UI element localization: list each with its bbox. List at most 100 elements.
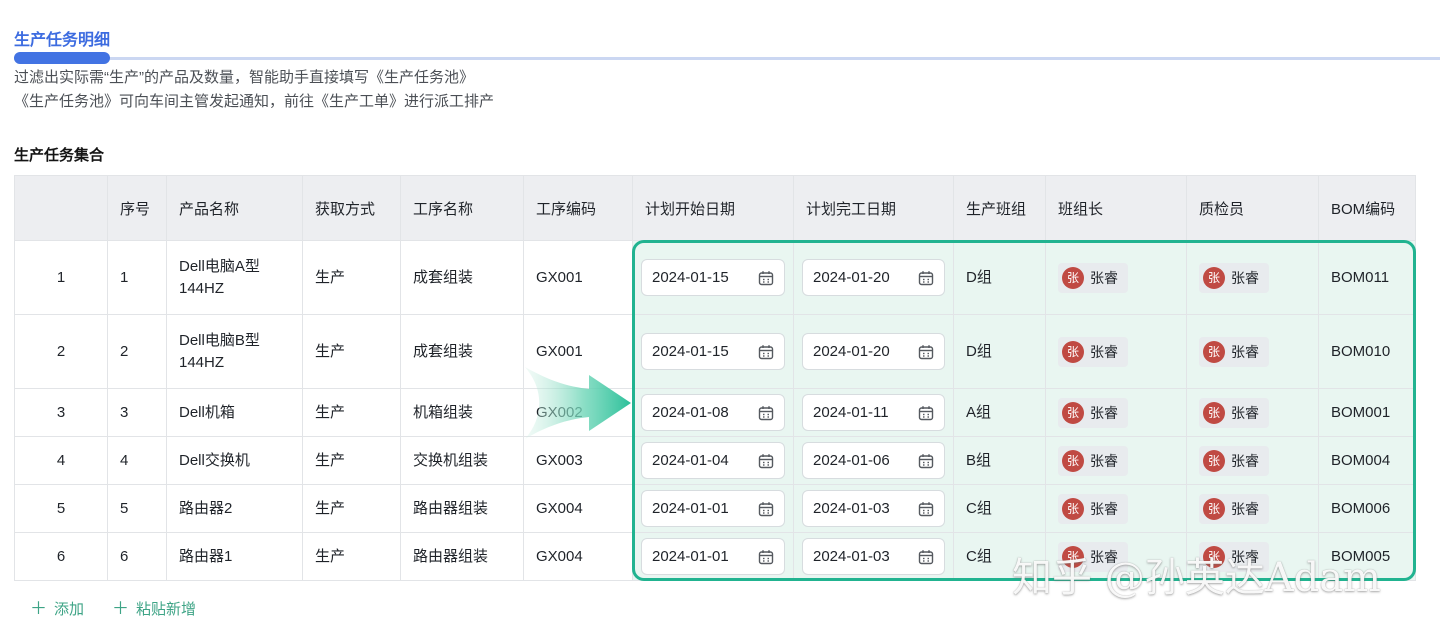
avatar: 张	[1203, 267, 1225, 289]
start-date-value: 2024-01-04	[652, 450, 729, 472]
leader-cell: 张 张睿	[1046, 533, 1187, 581]
calendar-icon	[918, 549, 934, 565]
inspector-cell: 张 张睿	[1187, 389, 1319, 437]
leader-person-chip[interactable]: 张 张睿	[1058, 263, 1128, 293]
avatar: 张	[1062, 498, 1084, 520]
col-header-product: 产品名称	[167, 176, 303, 241]
inspector-person-chip[interactable]: 张 张睿	[1199, 263, 1269, 293]
process-name-cell: 成套组装	[401, 315, 524, 389]
table-header-row: 序号 产品名称 获取方式 工序名称 工序编码 计划开始日期 计划完工日期 生产班…	[15, 176, 1416, 241]
inspector-person-chip[interactable]: 张 张睿	[1199, 446, 1269, 476]
process-code-cell: GX001	[524, 241, 633, 315]
start-date-input[interactable]: 2024-01-15	[641, 333, 785, 370]
inspector-person-chip[interactable]: 张 张睿	[1199, 337, 1269, 367]
leader-name: 张睿	[1090, 267, 1118, 289]
avatar: 张	[1203, 450, 1225, 472]
acquire-method-cell: 生产	[303, 241, 401, 315]
acquire-method-cell: 生产	[303, 533, 401, 581]
start-date-cell: 2024-01-04	[633, 437, 794, 485]
process-name-cell: 路由器组装	[401, 533, 524, 581]
leader-person-chip[interactable]: 张 张睿	[1058, 542, 1128, 572]
avatar: 张	[1203, 546, 1225, 568]
tab-track	[14, 57, 1440, 60]
start-date-input[interactable]: 2024-01-15	[641, 259, 785, 296]
start-date-cell: 2024-01-08	[633, 389, 794, 437]
description-line-2: 《生产任务池》可向车间主管发起通知，前往《生产工单》进行派工排产	[14, 90, 494, 114]
row-index-cell: 6	[15, 533, 108, 581]
team-cell: C组	[954, 485, 1046, 533]
leader-person-chip[interactable]: 张 张睿	[1058, 337, 1128, 367]
seq-cell: 5	[108, 485, 167, 533]
tab-production-task-detail[interactable]: 生产任务明细	[14, 26, 110, 50]
production-task-table: 序号 产品名称 获取方式 工序名称 工序编码 计划开始日期 计划完工日期 生产班…	[14, 175, 1416, 581]
end-date-input[interactable]: 2024-01-03	[802, 490, 945, 527]
start-date-input[interactable]: 2024-01-04	[641, 442, 785, 479]
end-date-value: 2024-01-20	[813, 267, 890, 289]
col-header-method: 获取方式	[303, 176, 401, 241]
calendar-icon	[918, 344, 934, 360]
description-line-1: 过滤出实际需“生产”的产品及数量，智能助手直接填写《生产任务池》	[14, 66, 494, 90]
add-row-button[interactable]: ＋ 添加	[30, 598, 84, 619]
inspector-cell: 张 张睿	[1187, 241, 1319, 315]
inspector-person-chip[interactable]: 张 张睿	[1199, 494, 1269, 524]
end-date-input[interactable]: 2024-01-06	[802, 442, 945, 479]
calendar-icon	[918, 405, 934, 421]
avatar: 张	[1203, 341, 1225, 363]
inspector-cell: 张 张睿	[1187, 315, 1319, 389]
end-date-input[interactable]: 2024-01-20	[802, 259, 945, 296]
start-date-input[interactable]: 2024-01-01	[641, 538, 785, 575]
process-name-cell: 机箱组装	[401, 389, 524, 437]
paste-add-button[interactable]: ＋ 粘贴新增	[112, 598, 196, 619]
tab-underline	[14, 52, 1440, 64]
add-row-label: 添加	[54, 598, 84, 619]
product-name-cell: 路由器1	[167, 533, 303, 581]
inspector-name: 张睿	[1231, 341, 1259, 363]
col-header-leader: 班组长	[1046, 176, 1187, 241]
paste-add-label: 粘贴新增	[136, 598, 196, 619]
inspector-name: 张睿	[1231, 546, 1259, 568]
seq-cell: 2	[108, 315, 167, 389]
end-date-value: 2024-01-11	[813, 402, 889, 424]
product-name-cell: Dell电脑B型 144HZ	[167, 315, 303, 389]
acquire-method-cell: 生产	[303, 389, 401, 437]
process-code-cell: GX004	[524, 485, 633, 533]
calendar-icon	[758, 344, 774, 360]
start-date-input[interactable]: 2024-01-01	[641, 490, 785, 527]
end-date-input[interactable]: 2024-01-20	[802, 333, 945, 370]
inspector-cell: 张 张睿	[1187, 485, 1319, 533]
bom-code-cell: BOM006	[1319, 485, 1416, 533]
inspector-cell: 张 张睿	[1187, 437, 1319, 485]
leader-person-chip[interactable]: 张 张睿	[1058, 398, 1128, 428]
inspector-name: 张睿	[1231, 267, 1259, 289]
leader-person-chip[interactable]: 张 张睿	[1058, 446, 1128, 476]
seq-cell: 1	[108, 241, 167, 315]
end-date-input[interactable]: 2024-01-03	[802, 538, 945, 575]
leader-cell: 张 张睿	[1046, 389, 1187, 437]
leader-name: 张睿	[1090, 546, 1118, 568]
bom-code-cell: BOM011	[1319, 241, 1416, 315]
inspector-cell: 张 张睿	[1187, 533, 1319, 581]
table-row: 5 5 路由器2 生产 路由器组装 GX004 2024-01-01 2024-…	[15, 485, 1416, 533]
inspector-name: 张睿	[1231, 450, 1259, 472]
description-text: 过滤出实际需“生产”的产品及数量，智能助手直接填写《生产任务池》 《生产任务池》…	[14, 66, 494, 114]
col-header-bom: BOM编码	[1319, 176, 1416, 241]
inspector-person-chip[interactable]: 张 张睿	[1199, 398, 1269, 428]
seq-cell: 4	[108, 437, 167, 485]
inspector-person-chip[interactable]: 张 张睿	[1199, 542, 1269, 572]
calendar-icon	[918, 270, 934, 286]
end-date-input[interactable]: 2024-01-11	[802, 394, 945, 431]
inspector-name: 张睿	[1231, 498, 1259, 520]
team-cell: D组	[954, 315, 1046, 389]
bom-code-cell: BOM010	[1319, 315, 1416, 389]
table-row: 1 1 Dell电脑A型 144HZ 生产 成套组装 GX001 2024-01…	[15, 241, 1416, 315]
bom-code-cell: BOM004	[1319, 437, 1416, 485]
team-cell: B组	[954, 437, 1046, 485]
leader-cell: 张 张睿	[1046, 437, 1187, 485]
leader-person-chip[interactable]: 张 张睿	[1058, 494, 1128, 524]
calendar-icon	[758, 453, 774, 469]
start-date-value: 2024-01-01	[652, 498, 729, 520]
start-date-input[interactable]: 2024-01-08	[641, 394, 785, 431]
leader-name: 张睿	[1090, 402, 1118, 424]
active-tab-indicator	[14, 52, 110, 64]
avatar: 张	[1203, 402, 1225, 424]
